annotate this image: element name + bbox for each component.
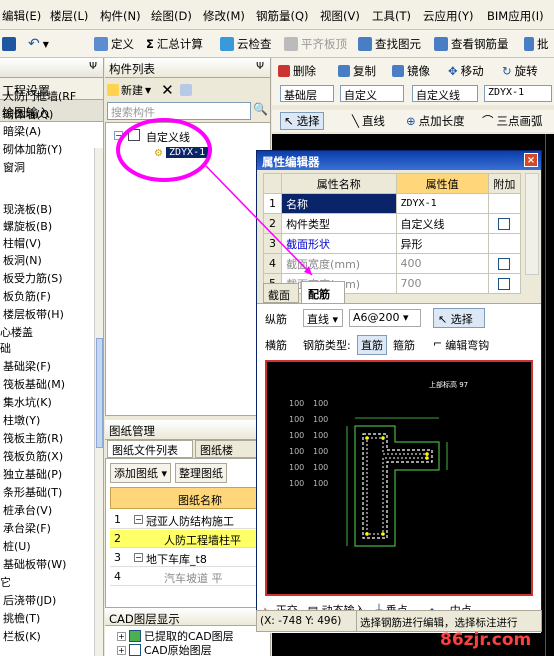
annotation-overlay [116,118,313,276]
highlight-ellipse [116,118,212,182]
watermark: 86zjr.com [440,630,532,650]
annotation-arrow [205,165,313,276]
